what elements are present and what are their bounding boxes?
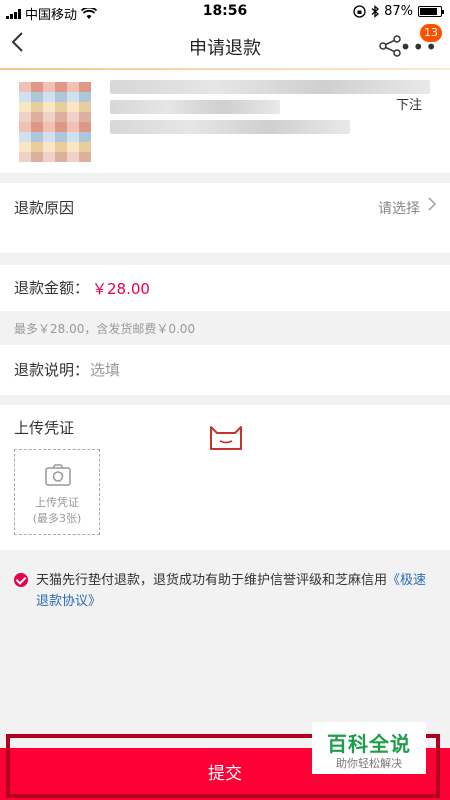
share-icon[interactable]	[378, 34, 402, 58]
camera-icon	[45, 464, 71, 486]
upload-label: 上传凭证	[14, 419, 75, 437]
upload-box-text: 上传凭证	[35, 496, 79, 509]
upload-section: 上传凭证 上传凭证 (最多3张)	[0, 405, 450, 550]
upload-photo-button[interactable]: 上传凭证 (最多3张)	[14, 449, 100, 535]
battery-percent: 87%	[384, 4, 413, 19]
upload-box-limit: (最多3张)	[32, 512, 82, 525]
refund-amount-label: 退款金额：	[14, 279, 90, 297]
checkmark-icon[interactable]	[14, 573, 28, 587]
chevron-right-icon	[428, 196, 436, 215]
watermark-subtitle: 助你轻松解决	[336, 757, 402, 770]
more-icon[interactable]: •••	[400, 37, 438, 57]
refund-amount-value: ￥28.00	[92, 280, 150, 298]
product-tag: 下注	[395, 98, 422, 113]
watermark: 百科全说 助你轻松解决	[312, 722, 426, 774]
nav-bar: 申请退款 ••• 13	[0, 24, 450, 68]
tmall-logo-icon	[210, 426, 242, 450]
refund-reason-row[interactable]: 退款原因 请选择	[0, 183, 450, 253]
watermark-title: 百科全说	[327, 732, 411, 756]
refund-desc-row[interactable]: 退款说明： 选填	[0, 345, 450, 395]
refund-desc-input[interactable]: 选填	[90, 359, 120, 380]
refund-notice: 天猫先行垫付退款，退货成功有助于维护信誉评级和芝麻信用《极速退款协议》	[14, 570, 434, 612]
notice-text: 天猫先行垫付退款，退货成功有助于维护信誉评级和芝麻信用	[36, 573, 388, 588]
refund-reason-label: 退款原因	[14, 199, 75, 217]
bluetooth-icon	[371, 5, 380, 18]
product-sku-blurred	[110, 120, 350, 134]
orientation-lock-icon	[353, 5, 366, 18]
refund-desc-label: 退款说明：	[14, 361, 90, 379]
product-card: 下注	[0, 70, 450, 173]
notification-badge: 13	[420, 24, 442, 42]
refund-amount-row: 退款金额： ￥28.00	[0, 265, 450, 311]
battery-icon	[418, 6, 444, 17]
status-bar: 中国移动 18:56 87%	[0, 0, 450, 24]
refund-reason-select[interactable]: 请选择	[378, 198, 420, 218]
product-title-blurred	[110, 80, 430, 94]
product-image	[19, 82, 91, 162]
product-info-blurred	[110, 100, 280, 114]
refund-amount-hint: 最多￥28.00，含发货邮费￥0.00	[0, 311, 450, 345]
refund-amount-hint-text: 最多￥28.00，含发货邮费￥0.00	[14, 322, 196, 336]
